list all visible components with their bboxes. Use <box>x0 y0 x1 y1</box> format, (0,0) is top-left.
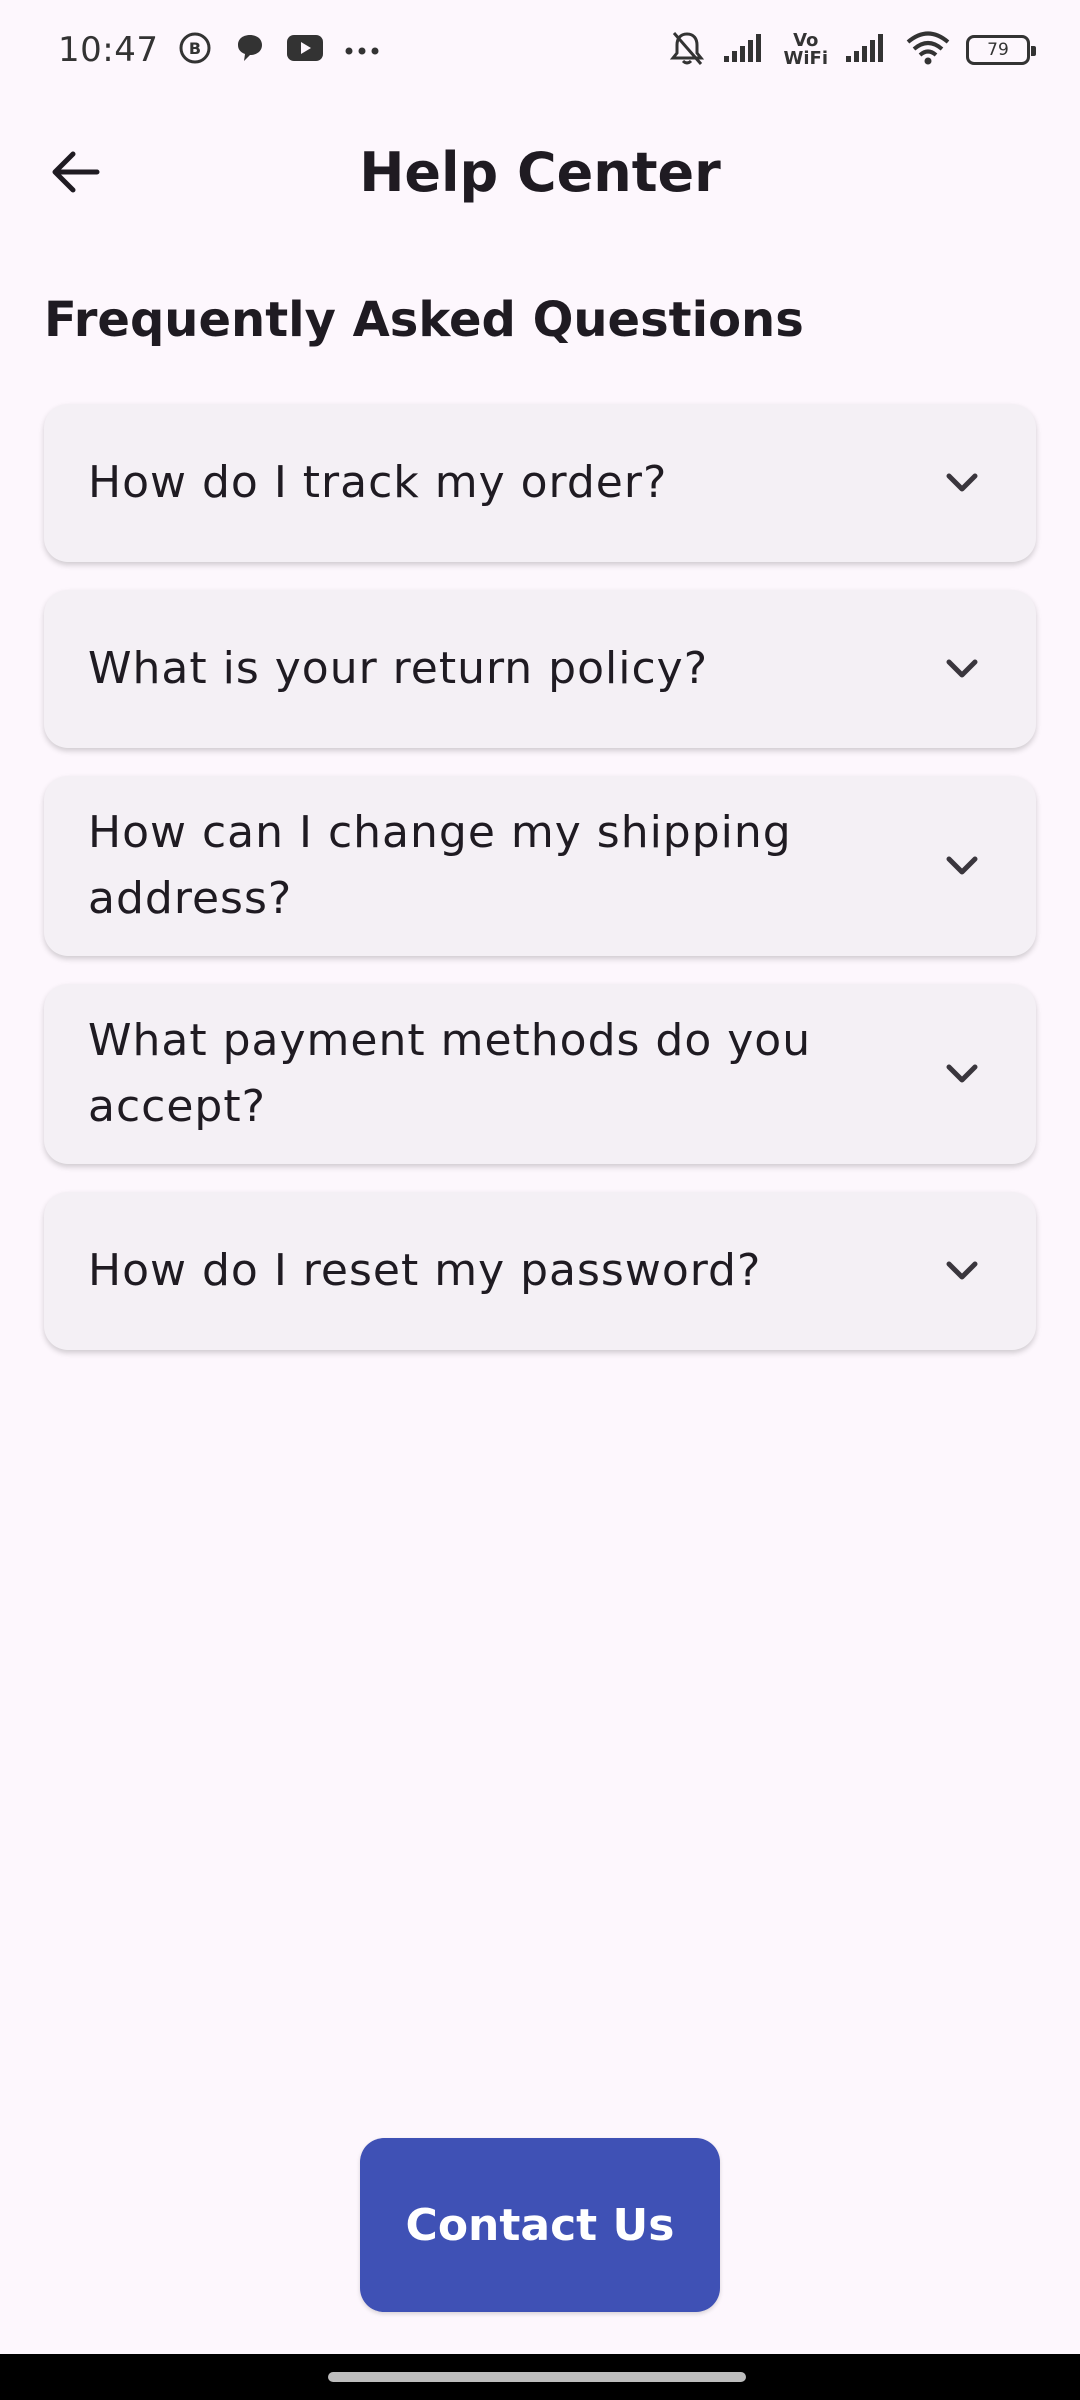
chevron-down-icon <box>946 473 978 492</box>
svg-text:B: B <box>189 39 201 58</box>
faq-item-shipping-address[interactable]: How can I change my shipping address? <box>44 776 1036 956</box>
faq-question: What is your return policy? <box>88 643 709 694</box>
faq-item-track-order[interactable]: How do I track my order? <box>44 404 1036 562</box>
arrow-back-icon <box>52 151 100 193</box>
status-bar-left: 10:47 B <box>58 30 380 70</box>
status-bar-right: Vo WiFi 79 <box>652 29 1036 71</box>
faq-item-return-policy[interactable]: What is your return policy? <box>44 590 1036 748</box>
contact-us-button[interactable]: Contact Us <box>360 2138 720 2312</box>
bell-muted-icon <box>668 29 706 71</box>
signal-icon-2 <box>844 32 890 68</box>
faq-question: What payment methods do you accept? <box>88 1015 812 1132</box>
chevron-down-icon <box>946 659 978 678</box>
page-title: Help Center <box>359 140 721 204</box>
faq-question: How can I change my shipping address? <box>88 807 792 924</box>
vowifi-label: Vo WiFi <box>784 32 829 68</box>
back-button[interactable] <box>40 140 112 204</box>
chevron-down-icon <box>946 1261 978 1280</box>
vowifi-bottom-text: WiFi <box>783 48 829 69</box>
chevron-down-icon <box>946 1064 978 1083</box>
wifi-icon <box>906 31 950 69</box>
youtube-icon <box>286 33 324 67</box>
battery-level: 79 <box>987 40 1009 60</box>
system-navigation-bar <box>0 2354 1080 2400</box>
signal-icon <box>722 32 768 68</box>
faq-list: How do I track my order? What is your re… <box>44 404 1036 1378</box>
chat-bubble-icon <box>232 31 266 69</box>
status-bar: 10:47 B Vo WiFi 79 <box>0 0 1080 100</box>
faq-section-title: Frequently Asked Questions <box>44 292 804 348</box>
chevron-down-icon <box>946 856 978 875</box>
app-bar: Help Center <box>0 120 1080 224</box>
help-center-screen: 10:47 B Vo WiFi 79 Help Center Frequentl… <box>0 0 1080 2400</box>
status-time: 10:47 <box>58 30 159 70</box>
bbm-icon: B <box>178 31 212 69</box>
battery-indicator: 79 <box>966 35 1036 65</box>
more-dots-icon <box>344 41 380 60</box>
faq-item-payment-methods[interactable]: What payment methods do you accept? <box>44 984 1036 1164</box>
faq-question: How do I track my order? <box>88 457 668 508</box>
home-gesture-handle[interactable] <box>328 2372 746 2382</box>
faq-question: How do I reset my password? <box>88 1245 762 1296</box>
faq-item-reset-password[interactable]: How do I reset my password? <box>44 1192 1036 1350</box>
